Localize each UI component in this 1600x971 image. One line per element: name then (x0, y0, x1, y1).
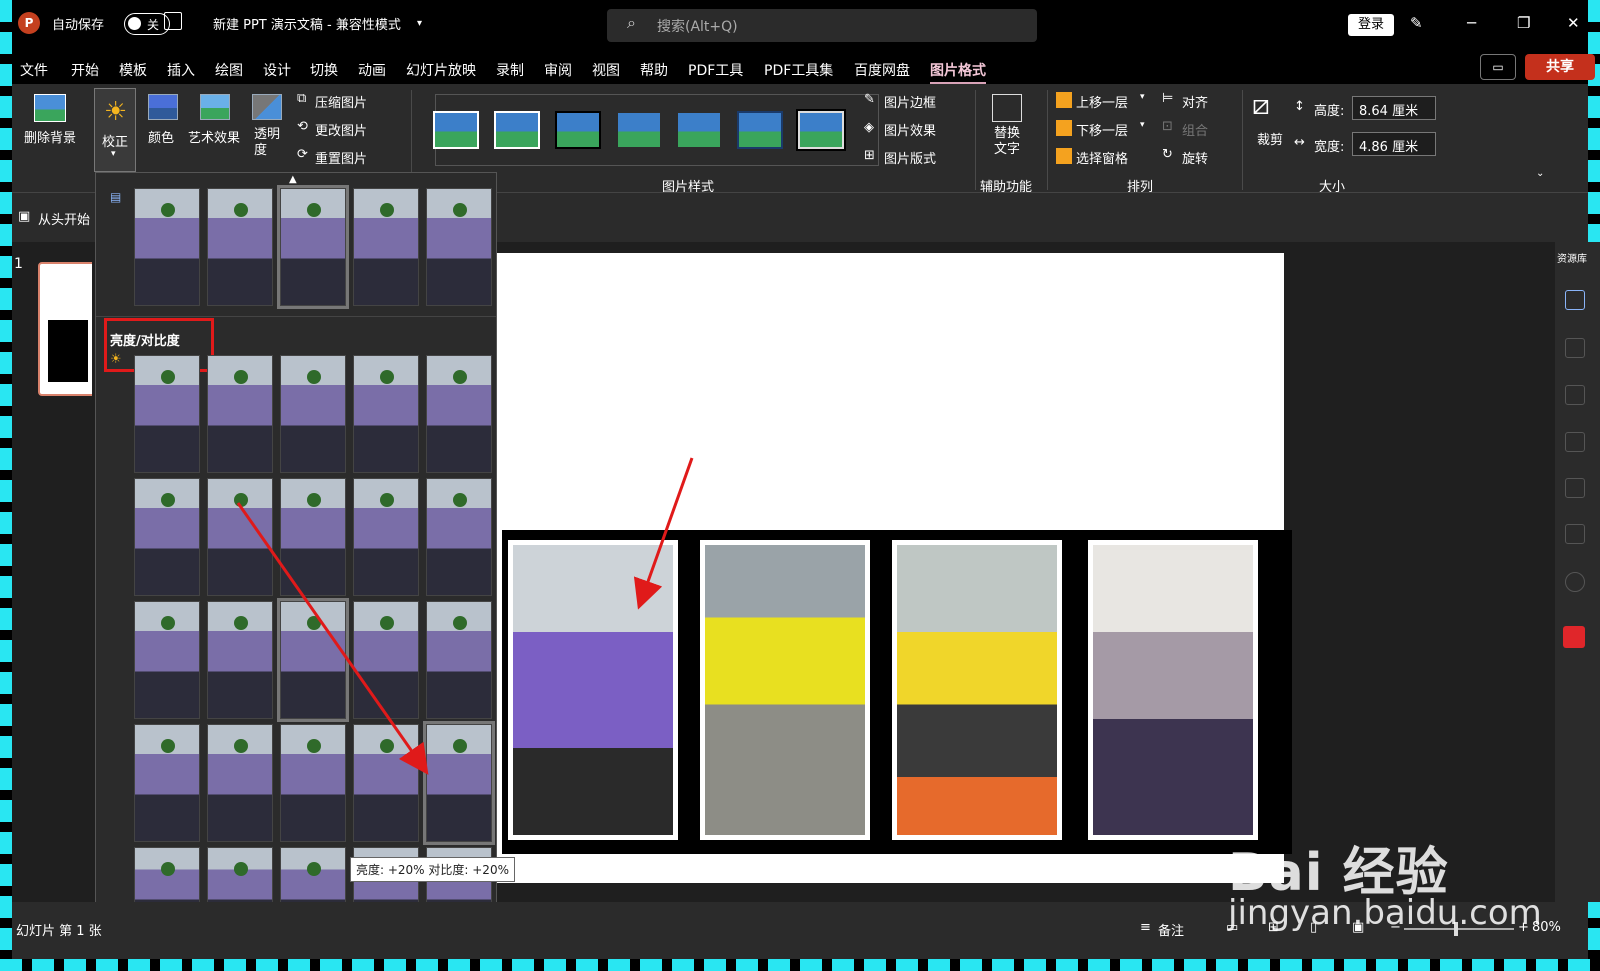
slide-info: 幻灯片 第 1 张 (16, 924, 102, 939)
arrow-to-gallery (236, 502, 429, 775)
notes-icon: ≡ (1140, 920, 1151, 935)
annotation-arrows (236, 457, 694, 775)
notes-button[interactable]: 备注 (1158, 920, 1184, 939)
decorative-frame-bottom (0, 959, 1600, 971)
arrow-to-photo (633, 457, 694, 610)
watermark-url: jingyan.baidu.com (1228, 893, 1542, 933)
